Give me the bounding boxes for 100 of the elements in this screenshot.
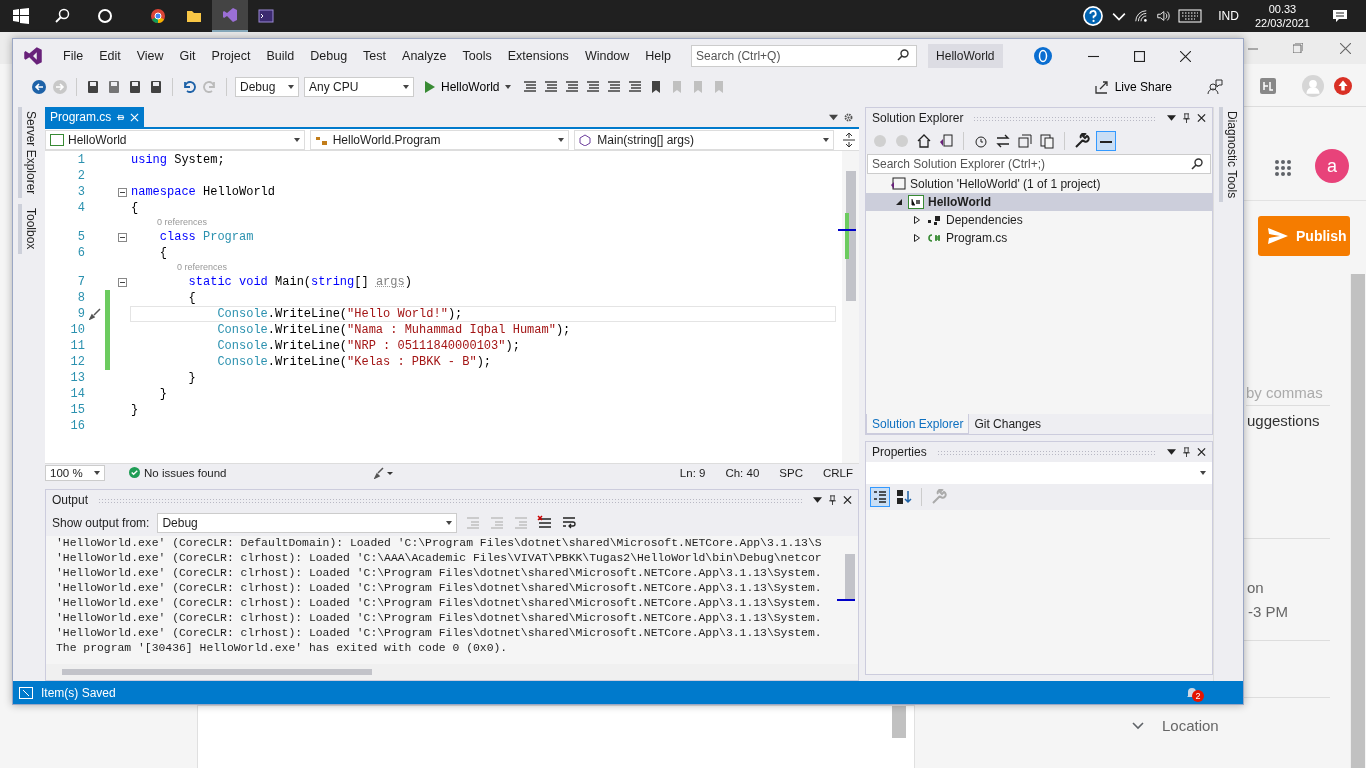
- account-icon[interactable]: [1032, 46, 1053, 66]
- panel-tab[interactable]: Git Changes: [969, 414, 1047, 434]
- close-icon[interactable]: [1197, 113, 1206, 123]
- preview-icon[interactable]: [1096, 131, 1116, 151]
- collapse-icon[interactable]: [118, 187, 127, 197]
- menu-item[interactable]: Debug: [302, 49, 356, 63]
- navigation-dropdown[interactable]: Main(string[] args): [574, 129, 834, 150]
- close-icon[interactable]: [843, 495, 852, 505]
- navigation-dropdown[interactable]: HelloWorld.Program: [309, 129, 570, 150]
- dropdown-icon[interactable]: [1167, 113, 1176, 123]
- panel-tab[interactable]: Solution Explorer: [866, 414, 970, 434]
- sync-icon[interactable]: [995, 133, 1011, 149]
- side-tab[interactable]: Diagnostic Tools: [1218, 107, 1241, 203]
- platform-dropdown[interactable]: Any CPU: [304, 77, 414, 97]
- save-icon[interactable]: [127, 79, 143, 95]
- collapse-all-icon[interactable]: [1017, 133, 1033, 149]
- menu-item[interactable]: Edit: [91, 49, 129, 63]
- issues-status[interactable]: No issues found: [144, 466, 227, 479]
- apps-grid-icon[interactable]: [1274, 159, 1292, 177]
- home-icon[interactable]: [916, 133, 932, 149]
- save-all-icon[interactable]: [148, 79, 164, 95]
- user-avatar[interactable]: a: [1315, 149, 1349, 183]
- menu-item[interactable]: Help: [637, 49, 680, 63]
- close-icon[interactable]: [1197, 447, 1206, 457]
- pin-icon[interactable]: [1182, 447, 1191, 457]
- tree-item[interactable]: Solution 'HelloWorld' (1 of 1 project): [866, 175, 1212, 193]
- keyboard-icon[interactable]: [1178, 9, 1203, 23]
- windows-icon[interactable]: [13, 8, 29, 24]
- tree-item[interactable]: Dependencies: [866, 211, 1212, 229]
- dropdown-icon[interactable]: [1167, 447, 1176, 457]
- clock-time[interactable]: 00.33: [1268, 2, 1297, 16]
- configuration-dropdown[interactable]: Debug: [235, 77, 299, 97]
- menu-item[interactable]: Build: [258, 49, 303, 63]
- side-tab[interactable]: Toolbox: [18, 204, 40, 254]
- scrollbar[interactable]: [46, 664, 858, 680]
- live-share-button[interactable]: Live Share: [1087, 78, 1178, 96]
- dropdown-icon[interactable]: [813, 495, 822, 505]
- notifications-icon[interactable]: [1332, 8, 1348, 24]
- navigation-dropdown[interactable]: HelloWorld: [45, 129, 305, 150]
- scrollbar[interactable]: [892, 706, 906, 738]
- pin-icon[interactable]: [828, 495, 837, 505]
- search-field[interactable]: Search (Ctrl+Q): [691, 45, 918, 67]
- split-icon[interactable]: [843, 132, 855, 147]
- settings-icon[interactable]: [844, 112, 853, 122]
- start-button[interactable]: HelloWorld: [419, 80, 518, 94]
- circle-icon[interactable]: [97, 8, 113, 24]
- menu-item[interactable]: Git: [171, 49, 204, 63]
- side-tab[interactable]: Server Explorer: [18, 107, 40, 199]
- dropdown-icon[interactable]: [829, 112, 838, 122]
- volume-icon[interactable]: [1156, 9, 1171, 23]
- help-icon[interactable]: [1082, 5, 1105, 27]
- categorized-icon[interactable]: [870, 487, 890, 507]
- search-icon[interactable]: [55, 8, 71, 24]
- visual-studio-icon[interactable]: [222, 7, 238, 23]
- menu-item[interactable]: Extensions: [499, 49, 577, 63]
- copy-icon[interactable]: [1039, 133, 1055, 149]
- restore-icon[interactable]: [1293, 43, 1303, 53]
- output-source-dropdown[interactable]: Debug: [157, 513, 458, 533]
- search-field[interactable]: Search Solution Explorer (Ctrl+;): [867, 154, 1211, 174]
- collapse-icon[interactable]: [118, 277, 127, 287]
- collapse-icon[interactable]: [118, 232, 127, 242]
- menu-item[interactable]: File: [55, 49, 92, 63]
- menu-item[interactable]: Test: [355, 49, 395, 63]
- wifi-icon[interactable]: [1134, 9, 1149, 23]
- sort-alphabetical-icon[interactable]: [896, 489, 912, 505]
- update-icon[interactable]: [1334, 77, 1352, 95]
- menu-item[interactable]: Tools: [454, 49, 500, 63]
- clear-all-icon[interactable]: [537, 515, 554, 531]
- clock-date[interactable]: 22/03/2021: [1254, 16, 1310, 30]
- menu-item[interactable]: View: [128, 49, 172, 63]
- pin-icon[interactable]: [1182, 113, 1191, 123]
- chrome-icon[interactable]: [150, 8, 166, 24]
- scrollbar[interactable]: [1350, 274, 1365, 768]
- menu-item[interactable]: Analyze: [394, 49, 455, 63]
- brush-icon[interactable]: [374, 466, 395, 479]
- history-icon[interactable]: [973, 133, 989, 149]
- wrench-icon[interactable]: [1074, 133, 1090, 149]
- back-icon[interactable]: [31, 79, 47, 95]
- switch-views-icon[interactable]: [938, 133, 954, 149]
- terminal-icon[interactable]: [258, 8, 274, 24]
- outdent-icon[interactable]: [585, 79, 602, 95]
- indent-icon[interactable]: [564, 79, 581, 95]
- zoom-dropdown[interactable]: 100 %: [45, 464, 105, 481]
- uncomment-icon[interactable]: [627, 79, 644, 95]
- menu-item[interactable]: Project: [203, 49, 259, 63]
- tags-field[interactable]: by commas: [1246, 380, 1330, 406]
- tree-item[interactable]: Program.cs: [866, 229, 1212, 247]
- word-wrap-icon[interactable]: [561, 515, 578, 531]
- extension-icon[interactable]: [1260, 78, 1276, 94]
- undo-icon[interactable]: [181, 79, 197, 95]
- location-section[interactable]: Location: [1162, 717, 1219, 734]
- close-icon[interactable]: [1179, 50, 1191, 62]
- maximize-icon[interactable]: [1133, 50, 1145, 62]
- brush-icon[interactable]: [89, 308, 101, 320]
- tree-item[interactable]: HelloWorld: [866, 193, 1212, 211]
- cursor-status: Ch: 40: [725, 466, 760, 479]
- menu-item[interactable]: Window: [576, 49, 638, 63]
- feedback-icon[interactable]: [1207, 79, 1223, 95]
- language-indicator[interactable]: IND: [1218, 9, 1239, 23]
- comment-icon[interactable]: [606, 79, 623, 95]
